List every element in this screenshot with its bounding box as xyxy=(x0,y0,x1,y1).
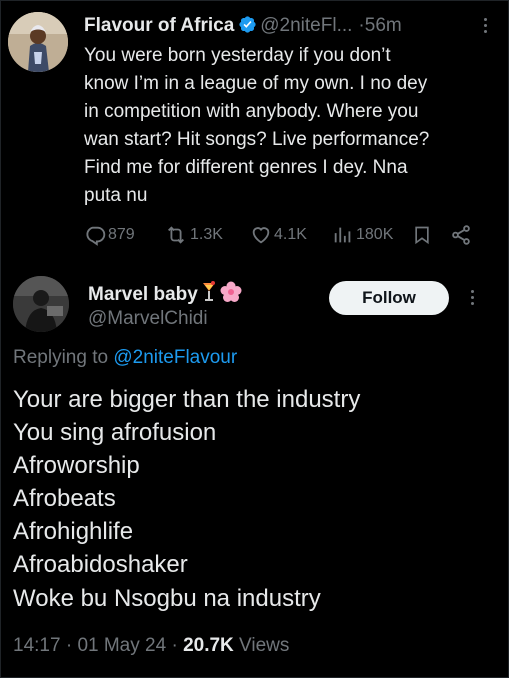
like-icon xyxy=(250,224,272,246)
author-name[interactable]: Flavour of Africa xyxy=(84,15,234,36)
reply-text-line: Afrobeats xyxy=(13,485,116,513)
bookmark-icon[interactable] xyxy=(412,222,432,248)
reply-action[interactable]: 879 xyxy=(84,222,135,248)
reply-author-avatar[interactable] xyxy=(13,276,69,332)
follow-button[interactable]: Follow xyxy=(329,281,449,315)
reply-author-name[interactable]: Marvel baby xyxy=(88,284,198,305)
reply-more-options-icon[interactable] xyxy=(470,289,476,307)
repost-count: 1.3K xyxy=(190,226,223,243)
repost-icon xyxy=(164,224,188,246)
tweet-time[interactable]: 56m xyxy=(365,15,402,36)
replying-to-prefix: Replying to xyxy=(13,347,109,368)
like-action[interactable]: 4.1K xyxy=(250,222,307,248)
reply-meta: 14:17 · 01 May 24 · 20.7K Views xyxy=(13,632,289,660)
reply-author-handle[interactable]: @MarvelChidi xyxy=(88,306,208,332)
reply-text-line: Afrohighlife xyxy=(13,518,134,546)
verified-badge-icon xyxy=(238,15,257,43)
repost-action[interactable]: 1.3K xyxy=(164,222,223,248)
reply-time[interactable]: 14:17 xyxy=(13,635,61,656)
views-icon xyxy=(332,224,354,246)
tweet-actions: 879 1.3K 4.1K 180K xyxy=(84,222,484,248)
author-handle[interactable]: @2niteFl... xyxy=(260,15,352,36)
cherry-blossom-emoji xyxy=(220,281,242,311)
reply-text-line: Woke bu Nsogbu na industry xyxy=(13,584,321,612)
reply-date[interactable]: 01 May 24 xyxy=(77,635,166,656)
reply-text-line: Your are bigger than the industry xyxy=(13,386,361,413)
more-options-icon[interactable] xyxy=(483,17,489,35)
reply-count: 879 xyxy=(108,226,135,243)
reply-text-line: Afroabidoshaker xyxy=(13,551,188,579)
replying-to-line: Replying to @2niteFlavour xyxy=(13,344,237,372)
views-action[interactable]: 180K xyxy=(332,222,393,248)
reply-icon xyxy=(84,224,106,246)
reply-text: Your are bigger than the industry You si… xyxy=(13,383,493,615)
tweet-text: You were born yesterday if you don’t kno… xyxy=(84,45,430,206)
replying-to-link[interactable]: @2niteFlavour xyxy=(113,347,237,368)
reply-views-label[interactable]: Views xyxy=(239,635,289,656)
views-count: 180K xyxy=(356,226,394,243)
meta-dot: · xyxy=(65,635,73,656)
like-count: 4.1K xyxy=(274,226,307,243)
share-icon[interactable] xyxy=(450,222,472,248)
meta-dot: · xyxy=(171,635,178,656)
tweet-header: Flavour of Africa @2niteFl... ·56m xyxy=(84,12,402,40)
author-avatar[interactable] xyxy=(8,12,68,72)
reply-views-count: 20.7K xyxy=(183,635,234,656)
reply-text-line: You sing afrofusion xyxy=(13,419,217,447)
reply-text-line: Afroworship xyxy=(13,452,140,480)
